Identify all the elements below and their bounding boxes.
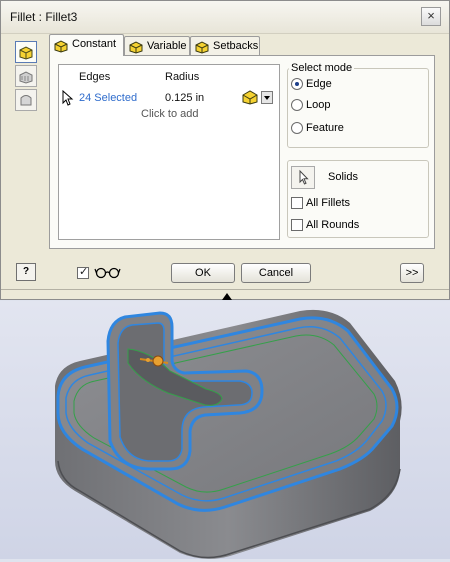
fillet-setbacks-icon: [195, 41, 209, 54]
cancel-button[interactable]: Cancel: [241, 263, 311, 283]
tab-variable[interactable]: Variable: [124, 36, 190, 56]
all-fillets-label: All Fillets: [306, 197, 351, 209]
graphics-viewport[interactable]: [0, 301, 450, 559]
fillet-dialog: Fillet : Fillet3 × Constant Variable Set…: [0, 0, 450, 300]
close-button[interactable]: ×: [421, 7, 441, 26]
fillet-model-preview: [55, 309, 402, 559]
radio-loop-label: Loop: [306, 99, 331, 111]
edge-set-table[interactable]: Edges Radius 24 Selected 0.125 in Click …: [58, 64, 280, 240]
click-to-add-row[interactable]: Click to add: [141, 108, 198, 120]
glasses-preview-icon: [94, 267, 121, 279]
preview-checkbox[interactable]: [77, 265, 89, 279]
constant-tab-panel: Edges Radius 24 Selected 0.125 in Click …: [49, 55, 435, 249]
tab-setbacks-label: Setbacks: [213, 40, 259, 52]
solids-select-button[interactable]: [291, 166, 315, 189]
tab-constant[interactable]: Constant: [49, 34, 124, 56]
dialog-title: Fillet : Fillet3: [10, 10, 78, 24]
radio-feature-label: Feature: [306, 122, 344, 134]
all-fillets-checkbox[interactable]: [291, 197, 303, 209]
help-icon: ?: [22, 266, 30, 277]
solids-label: Solids: [328, 171, 358, 183]
more-options-button[interactable]: >>: [400, 263, 424, 283]
full-round-fillet-button[interactable]: [15, 89, 37, 111]
ok-button[interactable]: OK: [171, 263, 235, 283]
solids-cursor-icon: [299, 169, 309, 185]
select-cursor-icon: [62, 90, 74, 106]
select-mode-title: Select mode: [289, 62, 355, 74]
radio-loop[interactable]: [291, 99, 303, 111]
tab-variable-label: Variable: [147, 40, 187, 52]
fillet-constant-icon: [54, 40, 68, 53]
face-fillet-icon: [19, 71, 33, 84]
edges-selected-cell[interactable]: 24 Selected: [79, 92, 137, 104]
help-button[interactable]: ?: [16, 263, 36, 281]
radius-dropdown-button[interactable]: [261, 91, 273, 104]
tab-constant-label: Constant: [72, 38, 117, 50]
collapse-arrow-icon[interactable]: [222, 293, 232, 300]
radio-edge[interactable]: [291, 78, 303, 90]
column-header-edges: Edges: [79, 71, 111, 83]
all-rounds-label: All Rounds: [306, 219, 360, 231]
fillet-preview-icon[interactable]: [242, 89, 259, 105]
full-round-fillet-icon: [20, 95, 32, 106]
radio-edge-label: Edge: [306, 78, 332, 90]
face-fillet-button[interactable]: [15, 65, 37, 87]
fillet-variable-icon: [129, 41, 143, 54]
column-header-radius: Radius: [165, 71, 200, 83]
title-bar[interactable]: Fillet : Fillet3 ×: [1, 1, 449, 34]
edge-fillet-icon: [19, 46, 33, 60]
radio-feature[interactable]: [291, 122, 303, 134]
edge-fillet-button[interactable]: [15, 41, 37, 63]
all-rounds-checkbox[interactable]: [291, 219, 303, 231]
tab-setbacks[interactable]: Setbacks: [190, 36, 260, 56]
radius-value-cell[interactable]: 0.125 in: [165, 92, 204, 104]
